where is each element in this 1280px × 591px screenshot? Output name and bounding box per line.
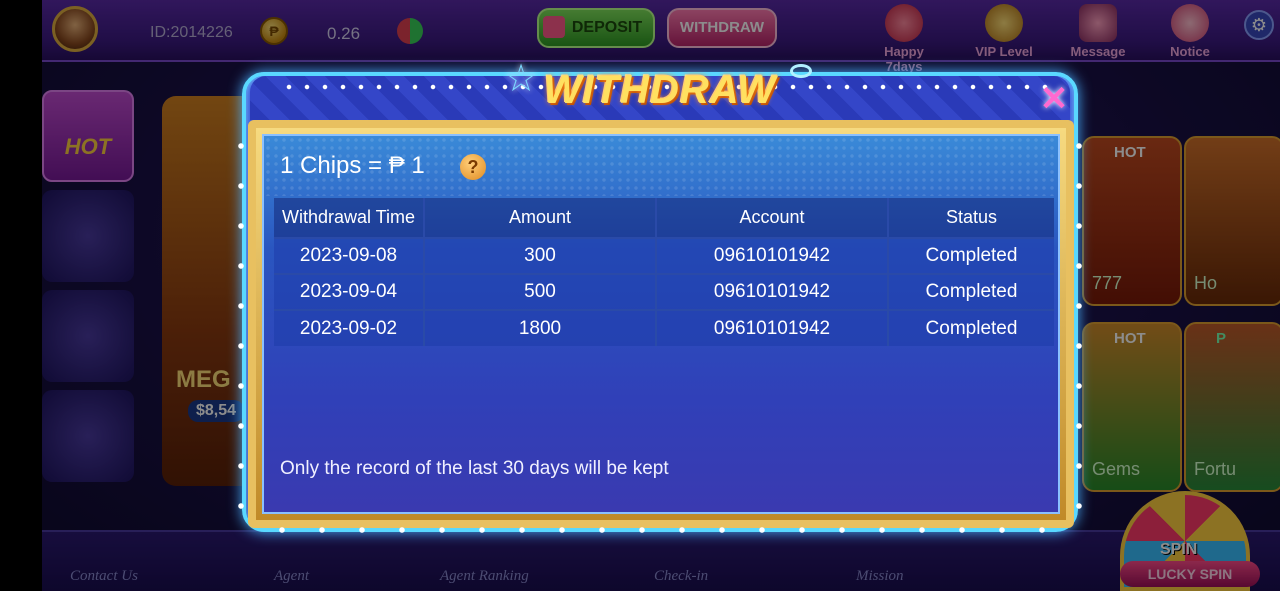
cell-account: 09610101942 bbox=[656, 273, 889, 310]
table-header-row: Withdrawal Time Amount Account Status bbox=[274, 198, 1054, 238]
cell-account: 09610101942 bbox=[656, 309, 889, 346]
cell-time: 2023-09-08 bbox=[274, 237, 425, 274]
cell-time: 2023-09-02 bbox=[274, 309, 425, 346]
help-icon[interactable]: ? bbox=[460, 154, 486, 180]
cell-status: Completed bbox=[888, 237, 1054, 274]
column-header-status: Status bbox=[888, 198, 1054, 238]
column-header-time: Withdrawal Time bbox=[274, 198, 425, 238]
dialog-title: WITHDRAW bbox=[543, 68, 777, 112]
right-lights bbox=[1076, 126, 1082, 518]
close-icon[interactable]: ✕ bbox=[1038, 82, 1070, 116]
column-header-amount: Amount bbox=[424, 198, 657, 238]
withdraw-dialog: ☆ WITHDRAW ✕ 1 Chips = ₱ 1 ? Withdrawal … bbox=[238, 58, 1082, 534]
retention-note: Only the record of the last 30 days will… bbox=[280, 458, 669, 479]
cell-amount: 500 bbox=[424, 273, 657, 310]
cell-amount: 300 bbox=[424, 237, 657, 274]
table-row: 2023-09-04 500 09610101942 Completed bbox=[274, 273, 1054, 310]
records-frame: 1 Chips = ₱ 1 ? Withdrawal Time Amount A… bbox=[248, 120, 1074, 528]
records-panel: 1 Chips = ₱ 1 ? Withdrawal Time Amount A… bbox=[262, 134, 1060, 514]
cell-status: Completed bbox=[888, 273, 1054, 310]
cell-status: Completed bbox=[888, 309, 1054, 346]
exchange-rate: 1 Chips = ₱ 1 bbox=[280, 152, 425, 179]
table-row: 2023-09-08 300 09610101942 Completed bbox=[274, 237, 1054, 274]
column-header-account: Account bbox=[656, 198, 889, 238]
table-row: 2023-09-02 1800 09610101942 Completed bbox=[274, 309, 1054, 346]
cell-time: 2023-09-04 bbox=[274, 273, 425, 310]
cell-amount: 1800 bbox=[424, 309, 657, 346]
left-lights bbox=[238, 126, 244, 518]
cell-account: 09610101942 bbox=[656, 237, 889, 274]
withdraw-records-table: Withdrawal Time Amount Account Status 20… bbox=[274, 198, 1054, 346]
bottom-lights bbox=[262, 526, 1062, 534]
